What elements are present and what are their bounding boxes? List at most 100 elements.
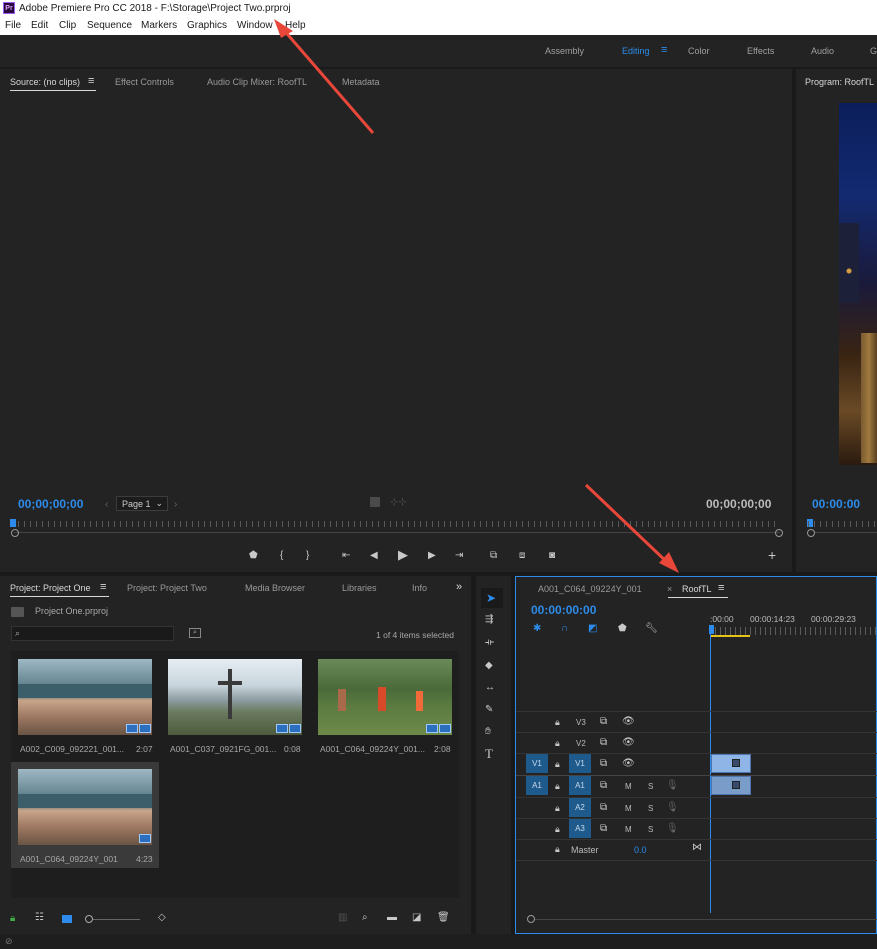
program-zoom-bar[interactable] <box>815 532 877 533</box>
track-target-a1[interactable]: A1 <box>569 776 591 795</box>
microphone-icon[interactable]: 🎙︎ <box>666 780 679 792</box>
timeline-zoom-bar[interactable] <box>535 919 877 920</box>
mark-out-icon[interactable]: } <box>306 550 309 562</box>
selection-tool-icon[interactable]: ➤ <box>486 592 496 604</box>
page-select[interactable]: Page 1 ⌄ <box>116 496 168 511</box>
source-playhead[interactable] <box>10 519 16 527</box>
menu-sequence[interactable]: Sequence <box>87 20 132 31</box>
source-patch-a1[interactable]: A1 <box>526 776 548 795</box>
more-tabs-icon[interactable]: » <box>456 581 462 593</box>
tab-source[interactable]: Source: (no clips) <box>10 77 80 87</box>
button-editor-plus-icon[interactable]: + <box>768 548 776 562</box>
add-marker-icon[interactable]: ⬟ <box>618 623 627 635</box>
sync-lock-icon[interactable]: ⧉ <box>600 716 607 728</box>
eye-icon[interactable]: 👁︎ <box>622 716 635 728</box>
timeline-timecode[interactable]: 00:00:00:00 <box>531 603 596 617</box>
nest-icon[interactable]: ✱ <box>533 623 541 635</box>
workspace-editing[interactable]: Editing <box>622 46 650 56</box>
source-zoom-bar[interactable] <box>14 532 780 533</box>
timeline-ruler[interactable] <box>710 627 877 635</box>
step-forward-icon[interactable]: ▶ <box>428 550 436 562</box>
menu-window[interactable]: Window <box>237 20 273 31</box>
automate-to-sequence-icon[interactable]: ▥ <box>338 912 347 924</box>
menu-clip[interactable]: Clip <box>59 20 76 31</box>
source-timecode-current[interactable]: 00;00;00;00 <box>18 497 83 511</box>
sync-lock-icon[interactable]: ⧉ <box>600 823 607 835</box>
new-search-bin-icon[interactable]: ⌕ <box>189 628 201 638</box>
lock-icon[interactable]: 🔒︎ <box>555 823 560 835</box>
menu-file[interactable]: File <box>5 20 21 31</box>
wrench-icon[interactable]: 🔧︎ <box>645 623 658 635</box>
zoom-handle-left[interactable] <box>11 529 19 537</box>
track-target-a2[interactable]: A2 <box>569 798 591 817</box>
mute-button[interactable]: M <box>625 782 632 791</box>
sync-lock-icon[interactable]: ⧉ <box>600 758 607 770</box>
sort-icons-icon[interactable]: ◇ <box>158 912 166 924</box>
page-prev-icon[interactable]: ‹ <box>105 499 108 510</box>
timeline-audio-clip[interactable] <box>711 776 751 795</box>
eye-icon[interactable]: 👁︎ <box>622 758 635 770</box>
microphone-icon[interactable]: 🎙︎ <box>666 802 679 814</box>
workspace-audio[interactable]: Audio <box>811 46 834 56</box>
trash-icon[interactable]: 🗑︎ <box>437 912 450 924</box>
sync-lock-icon[interactable]: ⧉ <box>600 780 607 792</box>
solo-button[interactable]: S <box>648 804 653 813</box>
zoom-handle-right[interactable] <box>775 529 783 537</box>
overwrite-icon[interactable]: ⧈ <box>519 550 525 562</box>
mute-button[interactable]: M <box>625 804 632 813</box>
lock-icon[interactable]: 🔒︎ <box>10 913 15 925</box>
tab-effect-controls[interactable]: Effect Controls <box>115 77 174 87</box>
program-time-ruler[interactable] <box>808 521 877 527</box>
menu-help[interactable]: Help <box>285 20 306 31</box>
icon-view-icon[interactable] <box>62 915 72 923</box>
page-next-icon[interactable]: › <box>174 499 177 510</box>
new-bin-icon[interactable]: ▬ <box>387 912 397 924</box>
source-patch-v1[interactable]: V1 <box>526 754 548 773</box>
zoom-slider-handle[interactable] <box>85 915 93 923</box>
source-time-ruler[interactable] <box>12 521 780 527</box>
workspace-menu-icon[interactable]: ≡ <box>661 44 667 56</box>
solo-button[interactable]: S <box>648 782 653 791</box>
project-search-input[interactable]: ⌕ <box>11 626 174 641</box>
program-zoom-handle[interactable] <box>807 529 815 537</box>
mute-button[interactable]: M <box>625 825 632 834</box>
track-target-v1[interactable]: V1 <box>569 754 591 773</box>
menu-graphics[interactable]: Graphics <box>187 20 227 31</box>
track-target-a3[interactable]: A3 <box>569 819 591 838</box>
new-item-icon[interactable]: ◪ <box>412 912 421 924</box>
tab-sequence-rooftl[interactable]: RoofTL <box>682 584 712 594</box>
sync-lock-icon[interactable]: ⧉ <box>600 737 607 749</box>
workspace-color[interactable]: Color <box>688 46 710 56</box>
lock-icon[interactable]: 🔒︎ <box>555 737 560 749</box>
tab-project-one[interactable]: Project: Project One <box>10 583 91 593</box>
ripple-edit-tool-icon[interactable]: ⟛ <box>485 637 494 649</box>
type-tool-icon[interactable]: T <box>485 747 493 760</box>
tab-info[interactable]: Info <box>412 583 427 593</box>
step-back-icon[interactable]: ◀ <box>370 550 378 562</box>
workspace-more[interactable]: G <box>870 46 877 56</box>
lock-icon[interactable]: 🔒︎ <box>555 802 560 814</box>
program-timecode[interactable]: 00:00:00 <box>812 497 860 511</box>
timeline-panel-menu-icon[interactable]: ≡ <box>718 582 724 594</box>
work-area-bar[interactable] <box>710 635 750 637</box>
add-marker-icon[interactable]: ⬟ <box>249 550 258 562</box>
sync-lock-icon[interactable]: ⧉ <box>600 802 607 814</box>
lock-icon[interactable]: 🔒︎ <box>555 716 560 728</box>
project-panel-menu-icon[interactable]: ≡ <box>100 581 106 593</box>
close-tab-icon[interactable]: × <box>667 584 672 594</box>
drop-frame-icon[interactable] <box>370 497 380 507</box>
tab-libraries[interactable]: Libraries <box>342 583 377 593</box>
source-panel-menu-icon[interactable]: ≡ <box>88 75 94 87</box>
linked-selection-icon[interactable]: ◩ <box>588 623 597 635</box>
snap-magnet-icon[interactable]: ∩ <box>561 623 568 635</box>
timeline-video-clip[interactable] <box>711 754 751 773</box>
timeline-zoom-handle[interactable] <box>527 915 535 923</box>
tab-audio-clip-mixer[interactable]: Audio Clip Mixer: RoofTL <box>207 77 307 87</box>
mark-in-icon[interactable]: { <box>280 550 283 562</box>
eye-icon[interactable]: 👁︎ <box>622 737 635 749</box>
pen-tool-icon[interactable]: ✎ <box>485 704 493 716</box>
source-settings-icon[interactable]: ⊹⊹ <box>390 497 407 508</box>
razor-tool-icon[interactable]: ◆ <box>485 660 493 672</box>
export-frame-icon[interactable]: ◙ <box>549 550 555 562</box>
find-icon[interactable]: ⌕ <box>362 912 368 924</box>
